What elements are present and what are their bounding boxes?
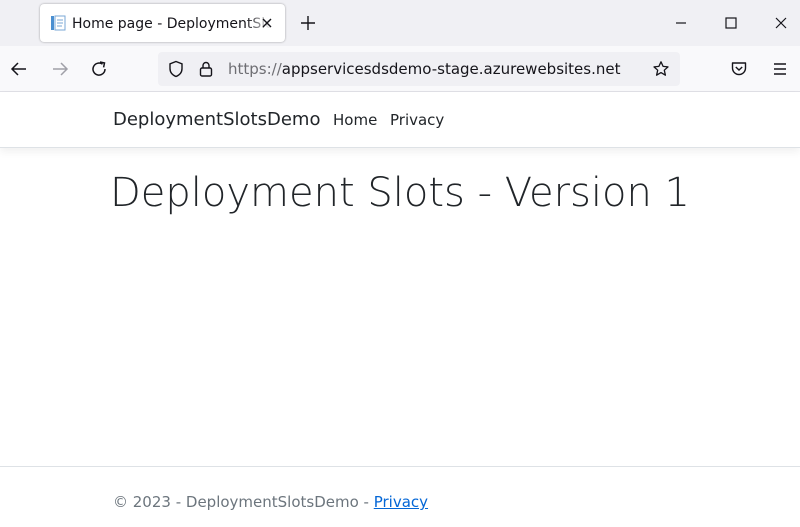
plus-icon[interactable] (296, 11, 320, 35)
nav-link-home[interactable]: Home (333, 109, 377, 131)
pocket-icon[interactable] (727, 57, 751, 81)
page-title: Deployment Slots - Version 1 (110, 170, 690, 216)
browser-tab-active[interactable]: Home page - DeploymentSlotsDemo (40, 4, 285, 42)
footer-text: © 2023 - DeploymentSlotsDemo - Privacy (113, 491, 428, 513)
close-window-icon[interactable] (770, 12, 792, 34)
close-icon[interactable] (257, 13, 277, 33)
footer-copyright: © 2023 - DeploymentSlotsDemo - (113, 493, 374, 511)
url-host: appservicesdsdemo-stage.azurewebsites.ne… (281, 60, 621, 78)
maximize-icon[interactable] (720, 12, 742, 34)
footer-privacy-link[interactable]: Privacy (374, 493, 428, 511)
minimize-icon[interactable] (670, 12, 692, 34)
browser-tab-bar: Home page - DeploymentSlotsDemo (0, 0, 800, 46)
back-arrow-icon[interactable] (7, 57, 31, 81)
reload-icon[interactable] (87, 57, 111, 81)
site-footer: © 2023 - DeploymentSlotsDemo - Privacy (0, 466, 800, 527)
browser-toolbar: https://appservicesdsdemo-stage.azureweb… (0, 46, 800, 92)
site-brand-link[interactable]: DeploymentSlotsDemo (113, 108, 320, 132)
forward-arrow-icon[interactable] (48, 57, 72, 81)
nav-link-privacy[interactable]: Privacy (390, 109, 444, 131)
shield-icon[interactable] (167, 60, 185, 78)
url-scheme: https:// (228, 60, 282, 78)
address-bar[interactable]: https://appservicesdsdemo-stage.azureweb… (158, 52, 680, 86)
address-text[interactable]: https://appservicesdsdemo-stage.azureweb… (228, 59, 620, 79)
document-favicon-icon (50, 15, 66, 31)
site-navbar: DeploymentSlotsDemo Home Privacy (0, 92, 800, 148)
menu-hamburger-icon[interactable] (768, 57, 792, 81)
tab-title: Home page - DeploymentSlotsDemo (72, 16, 284, 32)
bookmark-star-icon[interactable] (652, 60, 670, 78)
lock-icon[interactable] (197, 60, 215, 78)
